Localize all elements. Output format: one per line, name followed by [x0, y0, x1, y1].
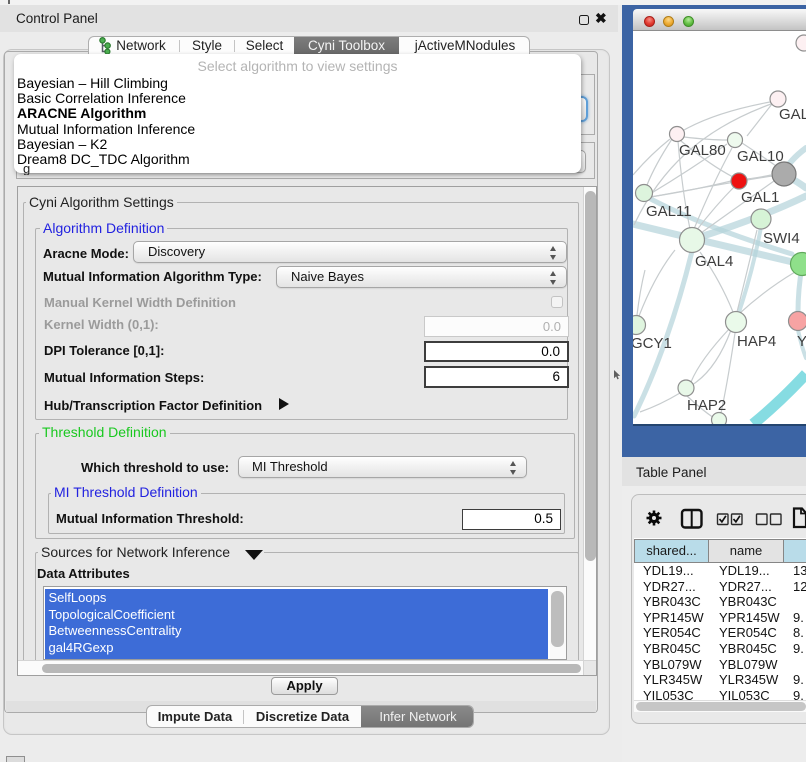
svg-text:HAP2: HAP2: [687, 397, 726, 414]
svg-text:GAL80: GAL80: [679, 142, 726, 159]
svg-text:YEL: YEL: [797, 333, 806, 350]
svg-text:SWI4: SWI4: [763, 230, 800, 247]
svg-text:GAL4: GAL4: [695, 253, 733, 270]
svg-text:GAL1: GAL1: [741, 189, 779, 206]
svg-text:GCY1: GCY1: [633, 335, 672, 352]
svg-text:HAP4: HAP4: [737, 333, 776, 350]
svg-text:GAL7: GAL7: [779, 106, 806, 123]
svg-text:GAL10: GAL10: [737, 148, 784, 165]
svg-text:GAL11: GAL11: [646, 203, 692, 220]
